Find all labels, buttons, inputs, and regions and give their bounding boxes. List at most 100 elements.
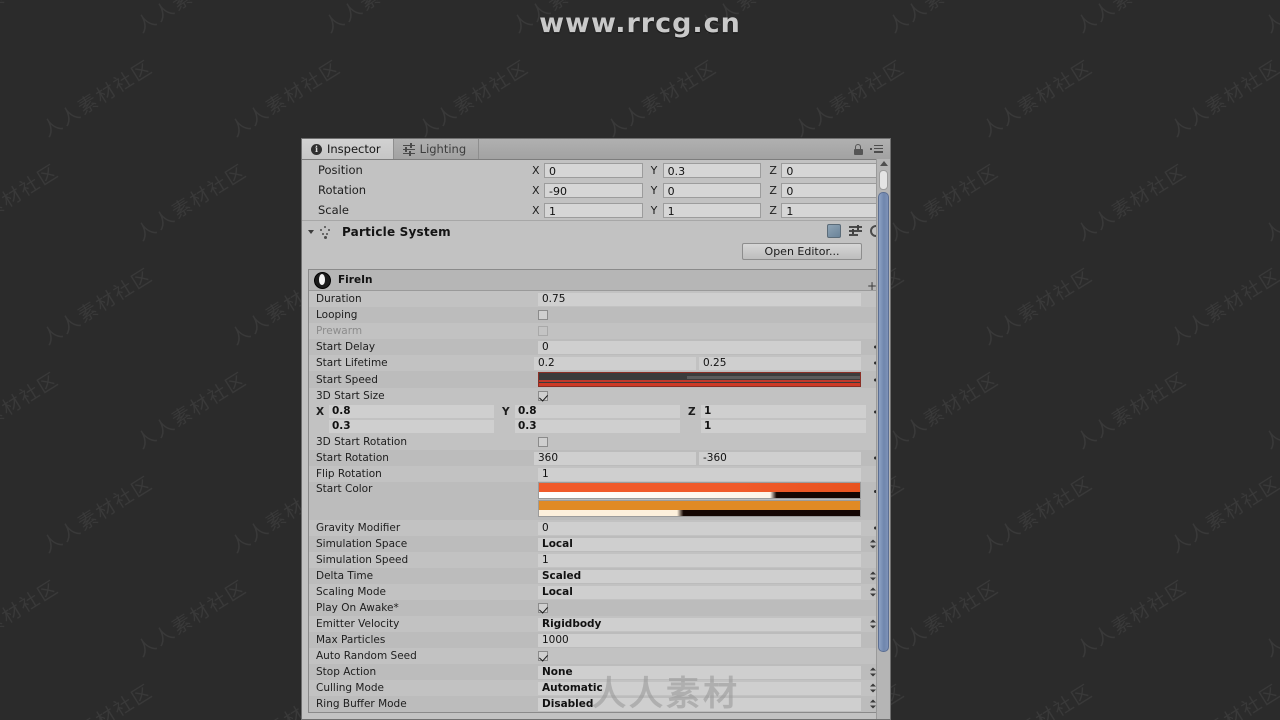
duration-input[interactable]: 0.75 — [538, 292, 861, 306]
delta-time-dropdown[interactable]: Scaled — [538, 569, 861, 583]
property-row: Simulation Speed 1 — [309, 552, 883, 568]
inspector-header-icons — [854, 139, 890, 159]
module-header[interactable]: FireIn + — [309, 270, 883, 292]
play-on-awake-checkbox[interactable] — [538, 603, 548, 613]
property-value: 360 -360 — [534, 451, 883, 465]
size-x-bottom-input[interactable]: 0.3 — [329, 420, 494, 433]
axis-label-y: Y — [502, 405, 510, 418]
particle-system-component-header[interactable]: Particle System — [302, 220, 890, 243]
property-label-start-delay: Start Delay — [316, 341, 376, 353]
foldout-arrow-icon[interactable] — [308, 230, 314, 234]
flip-rotation-input[interactable]: 1 — [538, 467, 861, 481]
property-row: 3D Start Size — [309, 388, 883, 404]
property-row: 3D Start Rotation — [309, 434, 883, 450]
inspector-window: i Inspector Lighting Position X 0 Y 0.3 … — [301, 138, 891, 720]
gradient-alpha-band-top — [539, 492, 860, 498]
scrollbar-thumb[interactable] — [878, 192, 889, 652]
watermark-tile: 人人素材社区 — [1260, 576, 1280, 662]
start-rotation-max-input[interactable]: -360 — [699, 451, 861, 465]
3d-start-size-checkbox[interactable] — [538, 391, 548, 401]
gradient-color-band-top — [539, 483, 860, 492]
simulation-space-dropdown[interactable]: Local — [538, 537, 861, 551]
property-value: Disabled — [538, 697, 883, 711]
watermark-tile: 人人素材社区 — [1166, 56, 1280, 142]
simulation-speed-input[interactable]: 1 — [538, 553, 861, 567]
start-rotation-min-input[interactable]: 360 — [534, 451, 696, 465]
rotation-x-input[interactable]: -90 — [544, 182, 643, 198]
start-color-gradient-widget[interactable] — [538, 482, 861, 499]
property-value: Local — [538, 585, 883, 599]
menu-icon[interactable] — [870, 144, 883, 154]
property-label-delta-time: Delta Time — [316, 570, 374, 582]
cube-preview-icon[interactable] — [827, 224, 841, 238]
scaling-mode-dropdown[interactable]: Local — [538, 585, 861, 599]
position-y-input[interactable]: 0.3 — [662, 162, 762, 178]
axis-label-y: Y — [650, 203, 658, 217]
gravity-modifier-input[interactable]: 0 — [538, 521, 861, 535]
tab-inspector-label: Inspector — [327, 142, 381, 156]
start-lifetime-min-input[interactable]: 0.2 — [534, 356, 696, 370]
open-editor-button[interactable]: Open Editor... — [742, 243, 862, 260]
watermark-tile: 人人素材社区 — [602, 56, 722, 142]
scroll-up-arrow-icon[interactable] — [880, 161, 888, 166]
preset-icon[interactable] — [849, 224, 862, 237]
start-delay-input[interactable]: 0 — [538, 340, 861, 354]
watermark-tile: 人人素材社区 — [1072, 368, 1192, 454]
scrollbar-track-top[interactable] — [879, 170, 888, 190]
property-row: Start Lifetime 0.2 0.25 — [309, 355, 883, 371]
start-lifetime-max-input[interactable]: 0.25 — [699, 356, 861, 370]
size-x-top-input[interactable]: 0.8 — [329, 405, 494, 418]
watermark-tile: 人人素材社区 — [884, 576, 1004, 662]
size-z-bottom-input[interactable]: 1 — [701, 420, 866, 433]
inspector-vertical-scrollbar[interactable] — [876, 159, 890, 719]
watermark-tile: 人人素材社区 — [38, 472, 158, 558]
lock-icon[interactable] — [854, 143, 863, 155]
position-z-input[interactable]: 0 — [781, 162, 881, 178]
property-value: Local — [538, 537, 883, 551]
axis-label-z: Z — [769, 183, 777, 197]
scale-x-input[interactable]: 1 — [544, 202, 643, 218]
property-label-start-lifetime: Start Lifetime — [316, 357, 388, 369]
property-value: 1000 — [538, 633, 883, 647]
watermark-tile: 人人素材社区 — [36, 677, 158, 720]
property-value — [538, 651, 883, 661]
start-speed-curve-widget[interactable] — [538, 372, 861, 387]
rotation-y-input[interactable]: 0 — [662, 182, 762, 198]
rotation-z-input[interactable]: 0 — [781, 182, 881, 198]
property-label-max-particles: Max Particles — [316, 634, 386, 646]
size-y-top-input[interactable]: 0.8 — [515, 405, 680, 418]
property-row: Play On Awake* — [309, 600, 883, 616]
scale-z-input[interactable]: 1 — [781, 202, 881, 218]
property-label-scaling-mode: Scaling Mode — [316, 586, 386, 598]
position-x-input[interactable]: 0 — [544, 162, 643, 178]
info-icon: i — [311, 143, 322, 155]
property-row: Culling Mode Automatic — [309, 680, 883, 696]
ring-buffer-mode-dropdown[interactable]: Disabled — [538, 697, 861, 711]
property-value — [538, 482, 883, 517]
property-value — [538, 391, 883, 401]
emitter-velocity-dropdown[interactable]: Rigidbody — [538, 617, 861, 631]
size-cell-z: 1 — [688, 420, 874, 433]
scale-y-input[interactable]: 1 — [662, 202, 762, 218]
watermark-tile: 人人素材社区 — [132, 160, 252, 246]
3d-start-rotation-checkbox[interactable] — [538, 437, 548, 447]
three-d-size-row-bottom: 0.3 0.3 1 — [309, 419, 883, 434]
gradient-color-band-bottom — [539, 501, 860, 510]
property-row: Start Speed — [309, 371, 883, 388]
looping-checkbox[interactable] — [538, 310, 548, 320]
transform-row-position: Position X 0 Y 0.3 Z 0 — [302, 160, 890, 180]
culling-mode-dropdown[interactable]: Automatic — [538, 681, 861, 695]
tab-lighting[interactable]: Lighting — [394, 139, 480, 159]
auto-random-seed-checkbox[interactable] — [538, 651, 548, 661]
start-color-gradient-widget-secondary[interactable] — [538, 500, 861, 517]
stop-action-dropdown[interactable]: None — [538, 665, 861, 679]
property-row: Start Delay 0 — [309, 339, 883, 355]
size-z-top-input[interactable]: 1 — [701, 405, 866, 418]
property-label-emitter-velocity: Emitter Velocity — [316, 618, 400, 630]
size-y-bottom-input[interactable]: 0.3 — [515, 420, 680, 433]
tab-inspector[interactable]: i Inspector — [302, 139, 394, 159]
max-particles-input[interactable]: 1000 — [538, 633, 861, 647]
size-cell-y: Y 0.8 — [502, 405, 688, 418]
property-label-looping: Looping — [316, 309, 358, 321]
watermark-tile: 人人素材社区 — [1072, 576, 1192, 662]
